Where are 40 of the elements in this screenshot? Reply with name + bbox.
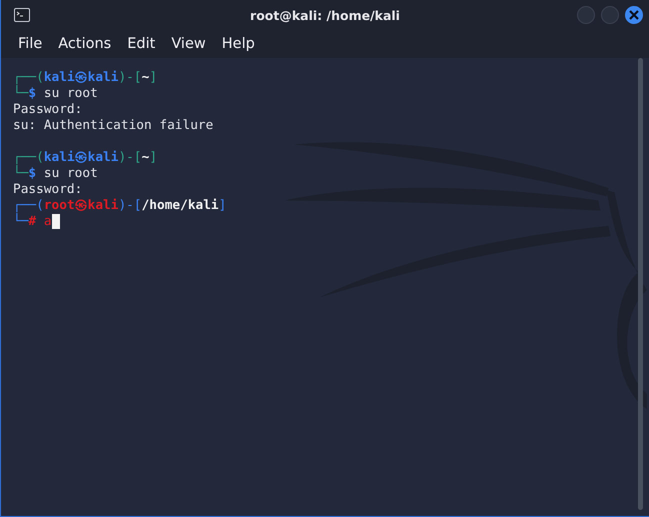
command-text: su root xyxy=(44,166,98,181)
menu-item[interactable]: View xyxy=(164,36,213,52)
prompt-frame: ] xyxy=(149,70,158,85)
prompt-path: /home/kali xyxy=(142,198,219,213)
menu-item[interactable]: Help xyxy=(214,36,262,52)
prompt-user-host: root㉿kali xyxy=(44,198,118,213)
close-button[interactable] xyxy=(625,6,643,24)
menu-item[interactable]: File xyxy=(11,36,50,52)
prompt-frame: )-[ xyxy=(118,70,142,85)
terminal-area[interactable]: ┌──(kali㉿kali)-[~] └─$ su root Password: su: Authentication failure ┌──(kali㉿kali)-[~] └─$ su root Password: ┌──(root㉿kali)-[/home/kali] └─# a xyxy=(1,58,649,516)
prompt-frame: )-[ xyxy=(118,198,142,213)
output-text: Password: xyxy=(13,102,82,117)
prompt-frame: )-[ xyxy=(118,150,142,165)
prompt-sign: $ xyxy=(28,86,36,101)
prompt-user-host: kali㉿kali xyxy=(44,70,118,85)
minimize-button[interactable] xyxy=(577,6,595,24)
maximize-button[interactable] xyxy=(601,6,619,24)
prompt-sign: $ xyxy=(28,166,36,181)
window-title: root@kali: /home/kali xyxy=(250,8,400,22)
prompt-frame: ┌──( xyxy=(13,198,44,213)
output-text: su: Authentication failure xyxy=(13,118,214,133)
prompt-frame: ┌──( xyxy=(13,150,44,165)
output-text: Password: xyxy=(13,182,82,197)
close-icon xyxy=(629,10,639,20)
command-text: su root xyxy=(44,86,98,101)
menu-item[interactable]: Actions xyxy=(51,36,118,52)
prompt-frame: ┌──( xyxy=(13,70,44,85)
command-text: a xyxy=(44,214,52,229)
prompt-frame: ] xyxy=(218,198,226,213)
prompt-sign: # xyxy=(28,214,36,229)
prompt-frame: └─ xyxy=(13,214,28,229)
prompt-path: ~ xyxy=(142,150,150,165)
prompt-frame: ] xyxy=(149,150,158,165)
prompt-path: ~ xyxy=(142,70,150,85)
menu-item[interactable]: Edit xyxy=(120,36,162,52)
scrollbar[interactable] xyxy=(638,58,643,510)
prompt-frame: └─ xyxy=(13,166,28,181)
prompt-frame: └─ xyxy=(13,86,28,101)
prompt-user-host: kali㉿kali xyxy=(44,150,118,165)
terminal-icon xyxy=(14,8,30,22)
